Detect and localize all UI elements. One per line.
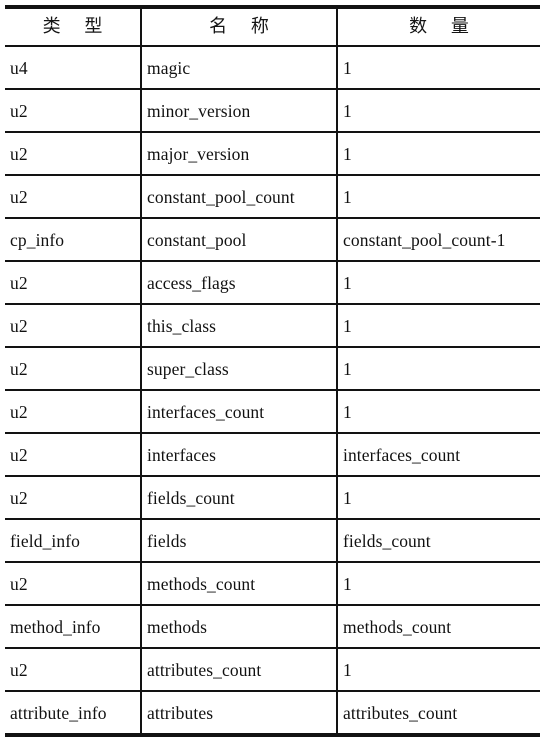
cell-count: 1 (337, 261, 540, 305)
cell-name: access_flags (141, 261, 338, 305)
table-header-row: 类 型 名 称 数 量 (5, 5, 540, 47)
table-row: method_info methods methods_count (5, 605, 540, 649)
table-body: u4 magic 1 u2 minor_version 1 u2 major_version 1… (5, 46, 540, 737)
cell-type: field_info (5, 519, 142, 563)
cell-type: u2 (5, 562, 142, 606)
cell-name: interfaces (141, 433, 338, 477)
cell-count: 1 (337, 347, 540, 391)
table-row: u2 super_class 1 (5, 347, 540, 391)
cell-type: u2 (5, 648, 142, 692)
table-row: u2 interfaces_count 1 (5, 390, 540, 434)
cell-type: u2 (5, 433, 142, 477)
cell-type: u2 (5, 390, 142, 434)
cell-count: attributes_count (337, 691, 540, 737)
table-row: u2 methods_count 1 (5, 562, 540, 606)
table-header: 类 型 名 称 数 量 (5, 5, 540, 47)
cell-type: method_info (5, 605, 142, 649)
table-row: u4 magic 1 (5, 46, 540, 90)
table-row: field_info fields fields_count (5, 519, 540, 563)
cell-count: fields_count (337, 519, 540, 563)
cell-name: attributes (141, 691, 338, 737)
cell-type: u2 (5, 89, 142, 133)
cell-type: u2 (5, 261, 142, 305)
cell-name: fields_count (141, 476, 338, 520)
cell-count: constant_pool_count-1 (337, 218, 540, 262)
column-header-type-label: 类 型 (42, 16, 112, 37)
table-row: u2 constant_pool_count 1 (5, 175, 540, 219)
cell-type: attribute_info (5, 691, 142, 737)
cell-count: 1 (337, 175, 540, 219)
column-header-name: 名 称 (141, 5, 338, 47)
cell-count: interfaces_count (337, 433, 540, 477)
cell-count: 1 (337, 648, 540, 692)
column-header-type: 类 型 (5, 5, 142, 47)
cell-name: this_class (141, 304, 338, 348)
cell-name: methods (141, 605, 338, 649)
cell-type: u2 (5, 175, 142, 219)
cell-type: u2 (5, 476, 142, 520)
cell-count: methods_count (337, 605, 540, 649)
cell-type: u2 (5, 304, 142, 348)
table-row: attribute_info attributes attributes_count (5, 691, 540, 737)
cell-count: 1 (337, 46, 540, 90)
cell-count: 1 (337, 304, 540, 348)
column-header-count-label: 数 量 (409, 16, 478, 37)
cell-name: attributes_count (141, 648, 338, 692)
column-header-count: 数 量 (337, 5, 540, 47)
cell-name: fields (141, 519, 338, 563)
table-row: u2 major_version 1 (5, 132, 540, 176)
cell-count: 1 (337, 132, 540, 176)
class-file-structure-table-container: 类 型 名 称 数 量 u4 magic 1 u2 minor_version 1 u2 ma… (5, 5, 540, 737)
table-row: u2 this_class 1 (5, 304, 540, 348)
cell-count: 1 (337, 562, 540, 606)
cell-name: constant_pool (141, 218, 338, 262)
cell-count: 1 (337, 476, 540, 520)
cell-type: cp_info (5, 218, 142, 262)
table-row: u2 minor_version 1 (5, 89, 540, 133)
cell-name: constant_pool_count (141, 175, 338, 219)
column-header-name-label: 名 称 (209, 16, 278, 37)
cell-name: major_version (141, 132, 338, 176)
cell-type: u2 (5, 347, 142, 391)
class-file-structure-table: 类 型 名 称 数 量 u4 magic 1 u2 minor_version 1 u2 ma… (5, 5, 540, 737)
table-row: cp_info constant_pool constant_pool_count-… (5, 218, 540, 262)
table-row: u2 interfaces interfaces_count (5, 433, 540, 477)
cell-type: u4 (5, 46, 142, 90)
cell-name: super_class (141, 347, 338, 391)
cell-count: 1 (337, 89, 540, 133)
cell-type: u2 (5, 132, 142, 176)
cell-name: interfaces_count (141, 390, 338, 434)
cell-name: minor_version (141, 89, 338, 133)
cell-name: methods_count (141, 562, 338, 606)
table-row: u2 fields_count 1 (5, 476, 540, 520)
cell-count: 1 (337, 390, 540, 434)
table-row: u2 attributes_count 1 (5, 648, 540, 692)
table-row: u2 access_flags 1 (5, 261, 540, 305)
cell-name: magic (141, 46, 338, 90)
